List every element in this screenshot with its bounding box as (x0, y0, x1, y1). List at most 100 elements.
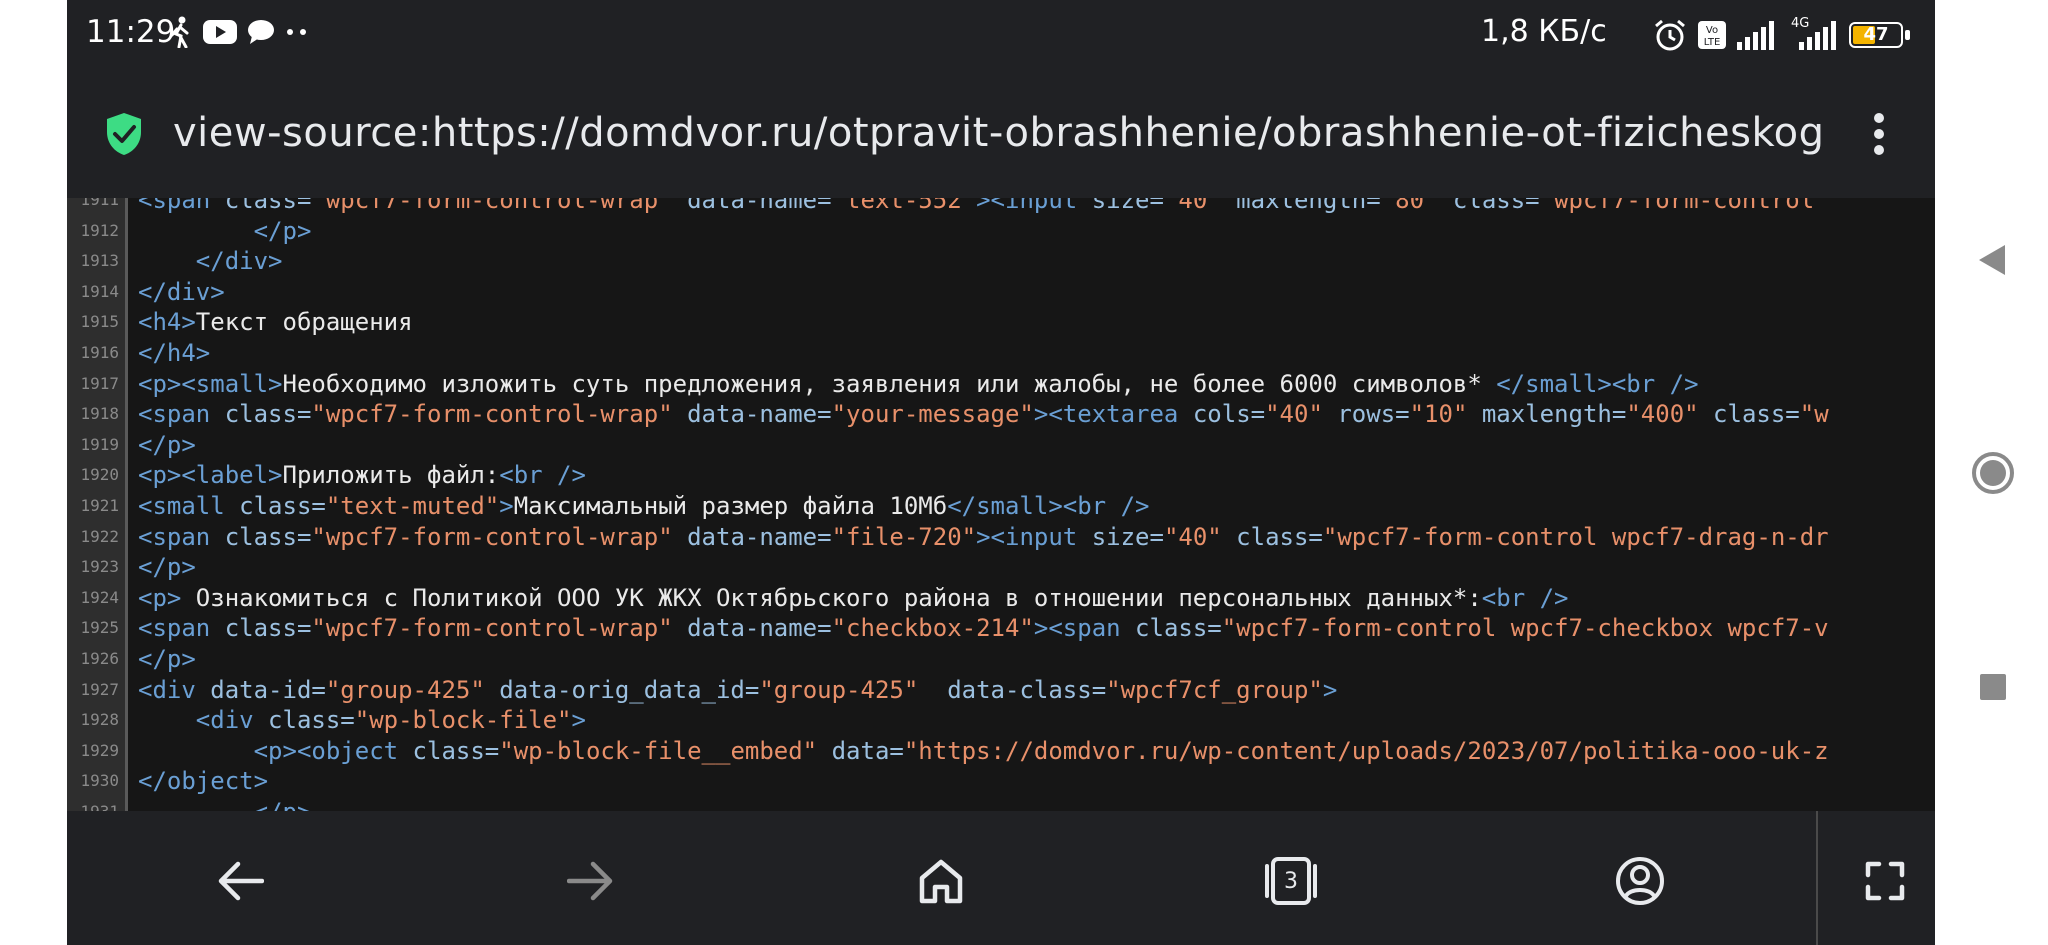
signal-1-icon (1737, 21, 1774, 50)
source-line: 1922 <span class="wpcf7-form-control-wrap… (67, 522, 1935, 552)
phone-screen: 11:29 1,8 КБ/с Vo LTE 4G 47 view-source:… (67, 0, 1935, 945)
message-icon (248, 20, 274, 44)
home-button[interactable] (913, 853, 969, 909)
nav-back-icon[interactable] (1977, 243, 2007, 277)
status-time: 11:29 (86, 14, 176, 50)
source-text: </p> (138, 553, 196, 582)
line-number: 1918 (80, 404, 119, 424)
source-text: </h4> (138, 339, 211, 367)
account-icon (1616, 857, 1664, 905)
browser-toolbar: view-source:https://domdvor.ru/otpravit-… (67, 68, 1935, 200)
source-text: </div> (138, 277, 225, 306)
source-text: <div class="wp-block-file"> (138, 706, 586, 735)
more-notifications-icon (287, 29, 306, 35)
line-number: 1912 (80, 220, 119, 240)
source-line: 1913 </div> (67, 246, 1935, 276)
line-number: 1917 (80, 373, 119, 393)
source-text: <div data-id="group-425" data-orig_data_… (138, 675, 1338, 704)
source-line: 1929 <p><object class="wp-block-file__em… (67, 736, 1935, 766)
source-line: 1918 <span class="wpcf7-form-control-wrap… (67, 399, 1935, 429)
line-number: 1925 (80, 618, 119, 638)
source-line: 1921 <small class="text-muted">Максимальн… (67, 491, 1935, 521)
svg-text:Vo: Vo (1706, 25, 1718, 36)
home-icon (919, 859, 963, 904)
system-navigation-bar (1935, 0, 2048, 945)
line-number: 1916 (80, 343, 119, 362)
line-number: 1919 (80, 434, 119, 454)
source-text: <p> Ознакомиться с Политикой ООО УК ЖКХ … (138, 583, 1569, 612)
line-number: 1929 (80, 740, 119, 760)
volte-icon: VoLTE (1698, 21, 1726, 49)
source-line: 1927 <div data-id="group-425" data-orig_d… (67, 675, 1935, 705)
source-text: </p> (138, 645, 196, 673)
more-options-icon[interactable] (1864, 110, 1894, 158)
account-button[interactable] (1612, 853, 1668, 909)
source-text: <span class="wpcf7-form-control-wrap" da… (138, 400, 1829, 429)
line-number: 1913 (80, 251, 119, 271)
line-number: 1924 (80, 587, 119, 607)
svg-text:LTE: LTE (1704, 37, 1721, 48)
bottom-toolbar: 3 (67, 811, 1935, 945)
source-line: 1928 <div class="wp-block-file"> (67, 705, 1935, 735)
source-line: 1917 <p><small>Необходимо изложить суть п… (67, 369, 1935, 399)
tab-count: 3 (1284, 868, 1298, 894)
back-button[interactable] (213, 853, 269, 909)
network-speed: 1,8 КБ/с (1481, 14, 1607, 49)
source-line: 1920 <p><label>Приложить файл:<br /> (67, 460, 1935, 490)
source-line: 1916 </h4> (67, 338, 1935, 368)
line-number: 1914 (80, 281, 119, 301)
source-line: 1915 <h4>Текст обращения (67, 307, 1935, 337)
source-text: </p> (138, 216, 312, 245)
source-text: <span class="wpcf7-form-control-wrap" da… (138, 614, 1829, 643)
source-text: </p> (138, 797, 312, 811)
source-text: <small class="text-muted">Максимальный р… (138, 492, 1150, 520)
source-line: 1923 </p> (67, 552, 1935, 582)
source-text: </div> (138, 247, 283, 276)
nav-recents-icon[interactable] (1978, 672, 2008, 702)
source-line: 1931 </p> (67, 797, 1935, 811)
source-text: <p><object class="wp-block-file__embed" … (138, 736, 1829, 765)
toolbar-separator (1816, 811, 1818, 945)
source-line: 1912 </p> (67, 216, 1935, 246)
source-text: </object> (138, 767, 269, 796)
line-number: 1921 (80, 496, 119, 515)
status-bar: 11:29 1,8 КБ/с Vo LTE 4G 47 (67, 0, 1935, 68)
line-number: 1930 (80, 771, 119, 791)
line-number: 1926 (80, 649, 119, 668)
source-line: 1914 </div> (67, 277, 1935, 307)
walking-icon (170, 16, 189, 48)
line-number: 1920 (80, 465, 119, 485)
line-number: 1923 (80, 557, 119, 577)
signal-2-icon: 4G (1791, 16, 1839, 50)
fullscreen-button[interactable] (1857, 853, 1913, 909)
source-text: <p><label>Приложить файл:<br /> (138, 461, 586, 490)
source-view[interactable]: 1911 <span class="wpcf7-form-control-wrap… (67, 198, 1935, 811)
forward-button[interactable] (562, 853, 618, 909)
line-number: 1915 (80, 312, 119, 332)
source-line: 1926 </p> (67, 644, 1935, 674)
arrow-left-icon (218, 861, 264, 901)
line-number: 1927 (80, 679, 119, 699)
tabs-button[interactable]: 3 (1263, 853, 1319, 909)
fullscreen-icon (1865, 861, 1905, 901)
battery-icon: 47 (1849, 20, 1911, 50)
line-number: 1931 (67, 797, 119, 811)
line-number: 1922 (80, 526, 119, 546)
source-text: <p><small>Необходимо изложить суть предл… (138, 369, 1699, 398)
youtube-icon (203, 20, 237, 44)
source-line: 1924 <p> Ознакомиться с Политикой ООО УК … (67, 583, 1935, 613)
url-bar[interactable]: view-source:https://domdvor.ru/otpravit-… (173, 110, 1823, 156)
arrow-right-icon (567, 861, 613, 901)
source-line: 1919 </p> (67, 430, 1935, 460)
source-text: <h4>Текст обращения (138, 308, 413, 337)
line-number: 1928 (80, 710, 119, 730)
source-line: 1925 <span class="wpcf7-form-control-wrap… (67, 613, 1935, 643)
battery-level: 47 (1863, 24, 1889, 45)
source-text: </p> (138, 430, 196, 459)
source-line: 1911 <span class="wpcf7-form-control-wrap… (67, 198, 1935, 215)
nav-home-icon[interactable] (1971, 451, 2015, 495)
secure-shield-icon (107, 113, 141, 155)
alarm-icon (1655, 19, 1685, 51)
source-line: 1930 </object> (67, 766, 1935, 796)
line-number: 1911 (80, 198, 119, 209)
